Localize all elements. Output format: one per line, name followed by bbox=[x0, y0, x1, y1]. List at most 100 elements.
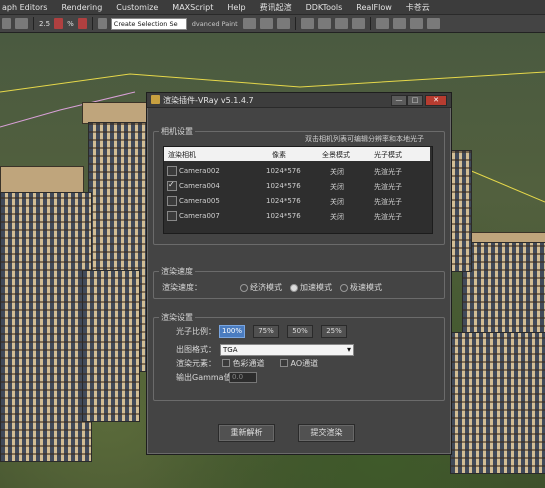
checkbox-icon bbox=[222, 359, 230, 367]
curve-editor-icon[interactable] bbox=[300, 18, 314, 29]
menu-help[interactable]: Help bbox=[220, 3, 252, 12]
menu-maxscript[interactable]: MAXScript bbox=[165, 3, 220, 12]
camera-row[interactable]: Camera007 1024*576 关闭 先渲光子 bbox=[164, 209, 430, 223]
camera-panorama: 关闭 bbox=[330, 183, 344, 191]
toolbar-divider bbox=[294, 17, 296, 30]
camera-settings-title: 相机设置 bbox=[159, 126, 195, 137]
render-frame-icon[interactable] bbox=[375, 18, 389, 29]
camera-pixels: 1024*576 bbox=[266, 167, 301, 175]
camera-row[interactable]: Camera004 1024*576 关闭 先渲光子 bbox=[164, 179, 430, 193]
render-settings-title: 渲染设置 bbox=[159, 312, 195, 323]
building bbox=[450, 332, 545, 474]
minimize-button[interactable]: — bbox=[391, 95, 407, 106]
camera-panorama: 关闭 bbox=[330, 213, 344, 221]
material-editor-icon[interactable] bbox=[334, 18, 348, 29]
camera-photon-mode: 先渲光子 bbox=[374, 168, 402, 176]
camera-row[interactable]: Camera005 1024*576 关闭 先渲光子 bbox=[164, 194, 430, 208]
camera-checkbox[interactable] bbox=[167, 196, 177, 206]
menu-graph-editors[interactable]: aph Editors bbox=[0, 3, 54, 12]
camera-pixels: 1024*576 bbox=[266, 197, 301, 205]
camera-list[interactable]: 渲染相机 像素 全景模式 光子模式 Camera002 1024*576 关闭 … bbox=[163, 146, 433, 234]
angle-snap-icon[interactable] bbox=[54, 18, 64, 29]
render-settings-group: 渲染设置 光子比例： 100% 75% 50% 25% 出图格式： TGA 渲染… bbox=[153, 312, 445, 401]
menu-realflow[interactable]: RealFlow bbox=[349, 3, 399, 12]
camera-pixels: 1024*576 bbox=[266, 212, 301, 220]
camera-photon-mode: 先渲光子 bbox=[374, 198, 402, 206]
ratio-75-button[interactable]: 75% bbox=[253, 325, 279, 338]
ao-channel-checkbox[interactable]: AO通道 bbox=[280, 358, 318, 369]
ratio-50-button[interactable]: 50% bbox=[287, 325, 313, 338]
advanced-paint-label[interactable]: dvanced Paint bbox=[192, 20, 238, 28]
main-toolbar: 2.5 % Create Selection Se dvanced Paint bbox=[0, 15, 545, 33]
camera-checkbox[interactable] bbox=[167, 180, 177, 191]
layer-icon[interactable] bbox=[276, 18, 290, 29]
menu-rendering[interactable]: Rendering bbox=[54, 3, 109, 12]
color-channel-checkbox[interactable]: 色彩通道 bbox=[222, 358, 265, 369]
menu-ddktools[interactable]: DDKTools bbox=[299, 3, 350, 12]
snap-toggle[interactable]: 2.5 bbox=[39, 20, 50, 28]
speed-option-extreme[interactable]: 极速模式 bbox=[340, 282, 382, 293]
move-icon[interactable] bbox=[2, 18, 11, 29]
camera-row[interactable]: Camera002 1024*576 关闭 先渲光子 bbox=[164, 164, 430, 178]
render-cloud-icon[interactable] bbox=[409, 18, 423, 29]
gamma-row: 输出Gamma值： 0.0 bbox=[154, 372, 442, 384]
align-icon[interactable] bbox=[259, 18, 273, 29]
gamma-spinner[interactable]: 0.0 bbox=[229, 372, 257, 383]
menu-cloud[interactable]: 卡苍云 bbox=[399, 2, 437, 13]
camera-name: Camera007 bbox=[179, 212, 220, 220]
column-photon-mode[interactable]: 光子模式 bbox=[374, 150, 402, 160]
column-pixels[interactable]: 像素 bbox=[272, 150, 286, 160]
camera-list-header: 渲染相机 像素 全景模式 光子模式 bbox=[164, 147, 430, 161]
format-row: 出图格式： TGA bbox=[154, 344, 442, 356]
selection-set-dropdown[interactable]: Create Selection Se bbox=[110, 17, 187, 30]
radio-icon bbox=[240, 283, 248, 292]
mirror-icon[interactable] bbox=[242, 18, 256, 29]
radio-icon bbox=[340, 283, 348, 292]
ratio-25-button[interactable]: 25% bbox=[321, 325, 347, 338]
app-icon bbox=[151, 95, 160, 104]
dialog-title: 渲染插件-VRay v5.1.4.7 bbox=[163, 96, 254, 105]
output-format-select[interactable]: TGA bbox=[220, 344, 354, 356]
camera-photon-mode: 先渲光子 bbox=[374, 213, 402, 221]
photon-ratio-label: 光子比例： bbox=[176, 327, 216, 336]
dialog-titlebar[interactable]: 渲染插件-VRay v5.1.4.7 — □ ✕ bbox=[147, 93, 451, 108]
percent-snap-toggle[interactable]: % bbox=[67, 20, 74, 28]
teapot-render-icon[interactable] bbox=[426, 18, 440, 29]
building bbox=[82, 270, 140, 422]
submit-render-button[interactable]: 提交渲染 bbox=[298, 424, 355, 442]
ratio-100-button[interactable]: 100% bbox=[219, 325, 245, 338]
building bbox=[0, 192, 92, 462]
camera-photon-mode: 先渲光子 bbox=[374, 183, 402, 191]
select-region-icon[interactable] bbox=[15, 18, 28, 29]
speed-option-accelerate[interactable]: 加速模式 bbox=[290, 282, 332, 293]
camera-name: Camera005 bbox=[179, 197, 220, 205]
toolbar-divider bbox=[369, 17, 371, 30]
render-plugin-dialog: 渲染插件-VRay v5.1.4.7 — □ ✕ 相机设置 双击相机列表可编辑分… bbox=[146, 92, 452, 455]
edit-named-selection-icon[interactable] bbox=[97, 18, 107, 29]
toolbar-divider bbox=[33, 17, 34, 30]
toolbar-divider bbox=[91, 17, 93, 30]
camera-pixels: 1024*576 bbox=[266, 182, 301, 190]
output-format-label: 出图格式： bbox=[176, 345, 216, 354]
building-roof bbox=[82, 102, 148, 124]
render-speed-title: 渲染速度 bbox=[159, 266, 195, 277]
column-panorama[interactable]: 全景模式 bbox=[322, 150, 350, 160]
close-button[interactable]: ✕ bbox=[425, 95, 447, 106]
maximize-button[interactable]: □ bbox=[407, 95, 423, 106]
speed-option-economy[interactable]: 经济模式 bbox=[240, 282, 282, 293]
spinner-snap-icon[interactable] bbox=[77, 18, 87, 29]
column-render-camera[interactable]: 渲染相机 bbox=[168, 150, 196, 160]
render-setup-icon[interactable] bbox=[351, 18, 365, 29]
menu-plugin[interactable]: 费讯起渲 bbox=[253, 2, 299, 13]
radio-selected-icon bbox=[290, 283, 298, 292]
camera-list-hint: 双击相机列表可编辑分辨率和本地光子 bbox=[305, 135, 424, 143]
reparse-button[interactable]: 重新解析 bbox=[218, 424, 275, 442]
menu-bar: aph Editors Rendering Customize MAXScrip… bbox=[0, 0, 545, 15]
camera-checkbox[interactable] bbox=[167, 166, 177, 176]
menu-customize[interactable]: Customize bbox=[109, 3, 165, 12]
photon-ratio-row: 光子比例： 100% 75% 50% 25% bbox=[154, 325, 442, 338]
render-production-icon[interactable] bbox=[392, 18, 406, 29]
schematic-view-icon[interactable] bbox=[317, 18, 331, 29]
render-elements-row: 渲染元素： 色彩通道 AO通道 bbox=[154, 358, 442, 370]
camera-checkbox[interactable] bbox=[167, 211, 177, 221]
